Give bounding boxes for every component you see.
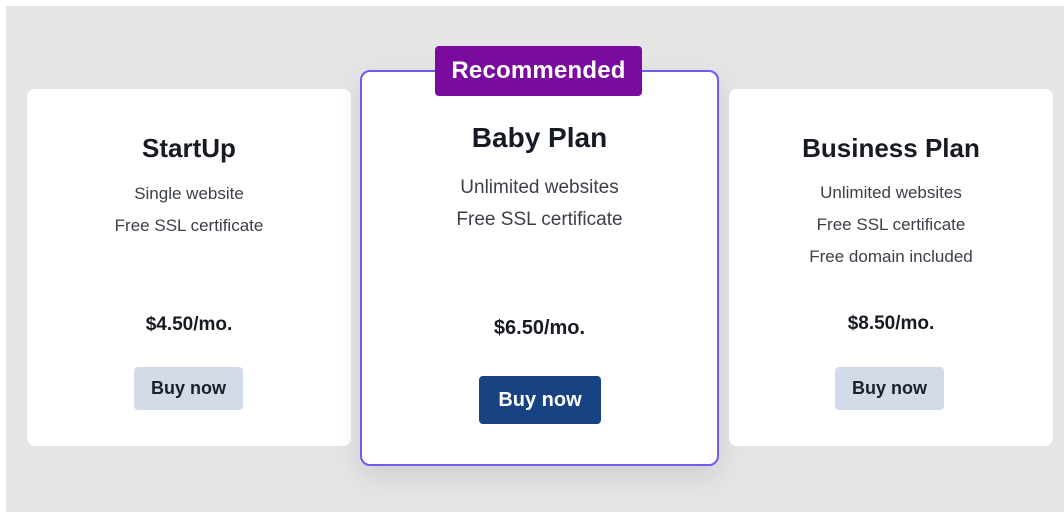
plan-price: $4.50/mo. xyxy=(145,314,233,335)
plan-title: StartUp xyxy=(142,133,236,163)
plan-feature: Unlimited websites xyxy=(460,177,619,198)
plan-features: Unlimited websites Free SSL certificate xyxy=(362,172,717,236)
plan-price: $6.50/mo. xyxy=(493,317,586,339)
plan-card-startup: StartUp Single website Free SSL certific… xyxy=(27,89,351,446)
plan-features: Single website Free SSL certificate xyxy=(27,178,351,242)
recommended-badge: Recommended xyxy=(435,46,642,96)
plan-feature: Single website xyxy=(134,184,244,203)
plan-title: Baby Plan xyxy=(471,122,608,153)
plan-features: Unlimited websites Free SSL certificate … xyxy=(729,177,1053,273)
plan-feature: Free SSL certificate xyxy=(456,209,623,230)
plan-card-baby-plan: Baby Plan Unlimited websites Free SSL ce… xyxy=(360,70,719,466)
plan-price: $8.50/mo. xyxy=(847,313,935,334)
plan-feature: Free SSL certificate xyxy=(816,215,966,234)
plan-feature: Free SSL certificate xyxy=(114,216,264,235)
buy-now-button-business-plan[interactable]: Buy now xyxy=(835,367,944,410)
plan-title: Business Plan xyxy=(802,133,980,163)
plan-card-business-plan: Business Plan Unlimited websites Free SS… xyxy=(729,89,1053,446)
buy-now-button-startup[interactable]: Buy now xyxy=(134,367,243,410)
buy-now-button-baby-plan[interactable]: Buy now xyxy=(479,376,601,424)
plan-feature: Unlimited websites xyxy=(820,183,962,202)
plan-feature: Free domain included xyxy=(809,247,973,266)
